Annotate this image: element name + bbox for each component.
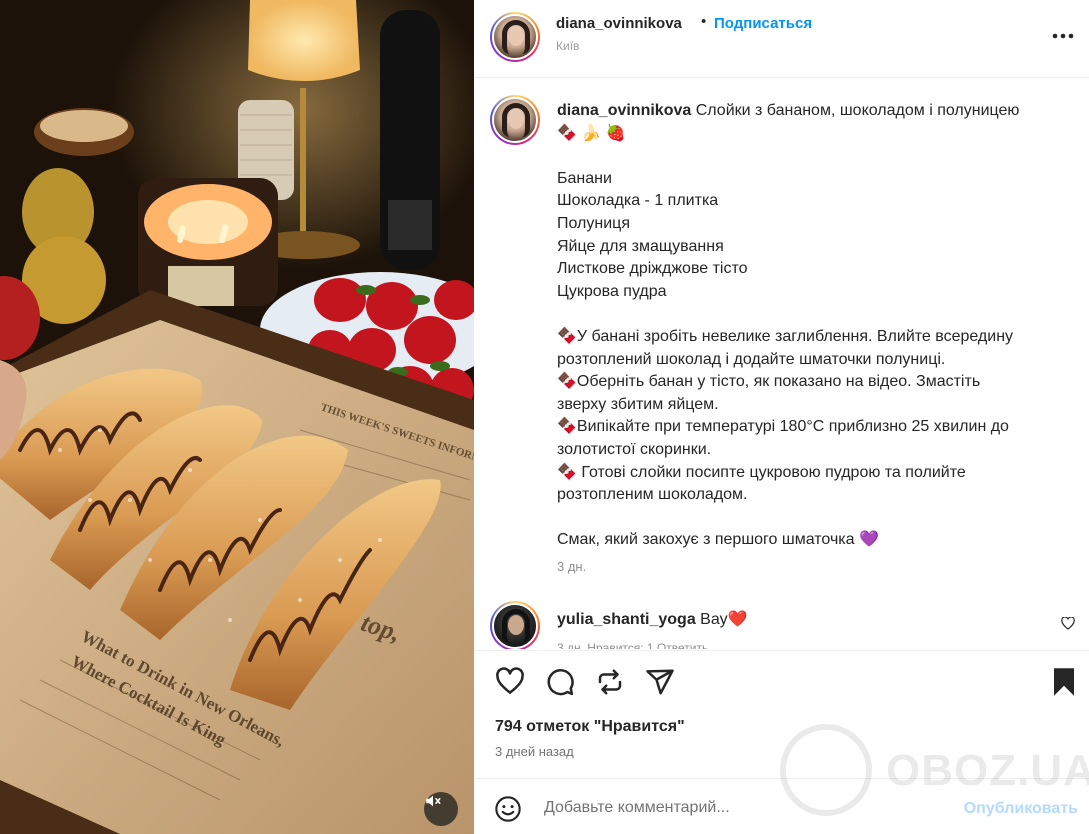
emoji-button[interactable]: [494, 795, 522, 827]
ingredient-line: Полуниця: [557, 214, 630, 232]
ingredient-line: Шоколадка - 1 плитка: [557, 192, 719, 210]
caption-emojis: 🍫 🍌 🍓: [557, 124, 626, 142]
comment-text: Вау❤️: [700, 611, 748, 628]
caption-author-avatar[interactable]: [490, 95, 540, 145]
post-header: diana_ovinnikova • Подписаться Київ: [474, 0, 1089, 78]
author-avatar[interactable]: [490, 12, 540, 62]
ingredient-line: Яйце для змащування: [557, 237, 724, 255]
repost-icon: [598, 669, 622, 695]
post-date: 3 дней назад: [495, 744, 574, 759]
save-button[interactable]: [1051, 667, 1081, 697]
step-line: 🍫 Готові слойки посипте цукровою пудрою …: [557, 463, 966, 481]
comment-item: yulia_shanti_yoga Вау❤️: [557, 609, 747, 629]
commenter-avatar[interactable]: [490, 601, 540, 649]
comment-input[interactable]: [544, 796, 904, 820]
more-options-button[interactable]: [1049, 24, 1077, 48]
step-line: 🍫У банані зробіть невелике заглиблення. …: [557, 327, 1014, 345]
follow-button[interactable]: Подписаться: [714, 15, 812, 32]
post-panel: diana_ovinnikova • Подписаться Київ dian…: [474, 0, 1089, 834]
more-options-icon: [1052, 33, 1074, 39]
like-button[interactable]: [495, 667, 525, 697]
food-video-frame: What to Drink in New Orleans, Where Cock…: [0, 0, 474, 834]
step-line: золотистої скоринки.: [557, 440, 712, 458]
publish-comment-button[interactable]: Опубликовать: [964, 800, 1078, 818]
bookmark-icon: [1054, 668, 1074, 696]
step-line: розтоплений шоколад і додайте шматочки п…: [557, 350, 946, 368]
commenter-username[interactable]: yulia_shanti_yoga: [557, 611, 696, 628]
separator-dot: •: [701, 13, 707, 30]
ingredient-line: Банани: [557, 169, 612, 187]
post-actions: 794 отметок "Нравится" 3 дней назад: [474, 650, 1089, 778]
step-line: зверху збитим яйцем.: [557, 395, 719, 413]
ingredient-line: Цукрова пудра: [557, 282, 667, 300]
heart-icon: [1061, 616, 1075, 630]
post-media[interactable]: What to Drink in New Orleans, Where Cock…: [0, 0, 474, 834]
caption-title: Слойки з бананом, шоколадом і полуницею: [695, 102, 1020, 119]
post-caption: diana_ovinnikova Слойки з бананом, шокол…: [557, 100, 1067, 552]
comment-like-button[interactable]: [1061, 616, 1075, 634]
ingredient-line: Листкове дріжджове тісто: [557, 260, 748, 278]
share-button[interactable]: [645, 667, 675, 697]
location-label[interactable]: Київ: [556, 39, 579, 53]
smiley-icon: [495, 796, 521, 822]
add-comment-bar: Опубликовать: [474, 778, 1089, 834]
step-line: розтопленим шоколадом.: [557, 486, 748, 504]
mute-button[interactable]: [424, 792, 458, 826]
author-username[interactable]: diana_ovinnikova: [556, 15, 682, 32]
comments-section[interactable]: diana_ovinnikova Слойки з бананом, шокол…: [474, 79, 1089, 649]
share-icon: [646, 669, 674, 695]
comment-meta[interactable]: 3 дн. Нравится: 1 Ответить: [557, 641, 708, 649]
comment-icon: [547, 669, 574, 696]
comment-button[interactable]: [545, 667, 575, 697]
caption-closing: Смак, який закохує з першого шматочка 💜: [557, 531, 879, 549]
repost-button[interactable]: [595, 667, 625, 697]
caption-timestamp[interactable]: 3 дн.: [557, 559, 586, 574]
caption-author-username[interactable]: diana_ovinnikova: [557, 102, 691, 119]
step-line: 🍫Оберніть банан у тісто, як показано на …: [557, 373, 981, 391]
like-count[interactable]: 794 отметок "Нравится": [495, 718, 685, 736]
step-line: 🍫Випікайте при температурі 180°C приблиз…: [557, 418, 1009, 436]
heart-icon: [496, 667, 524, 694]
mute-icon: [426, 795, 441, 807]
